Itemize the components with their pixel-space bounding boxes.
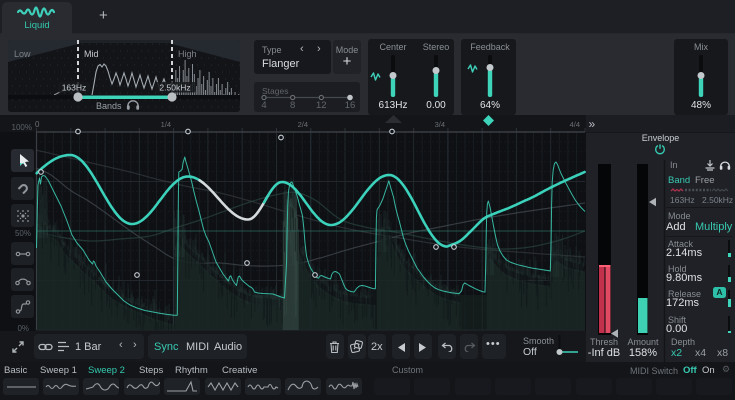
svg-text:Mix: Mix	[694, 42, 708, 52]
svg-text:48%: 48%	[691, 100, 711, 111]
